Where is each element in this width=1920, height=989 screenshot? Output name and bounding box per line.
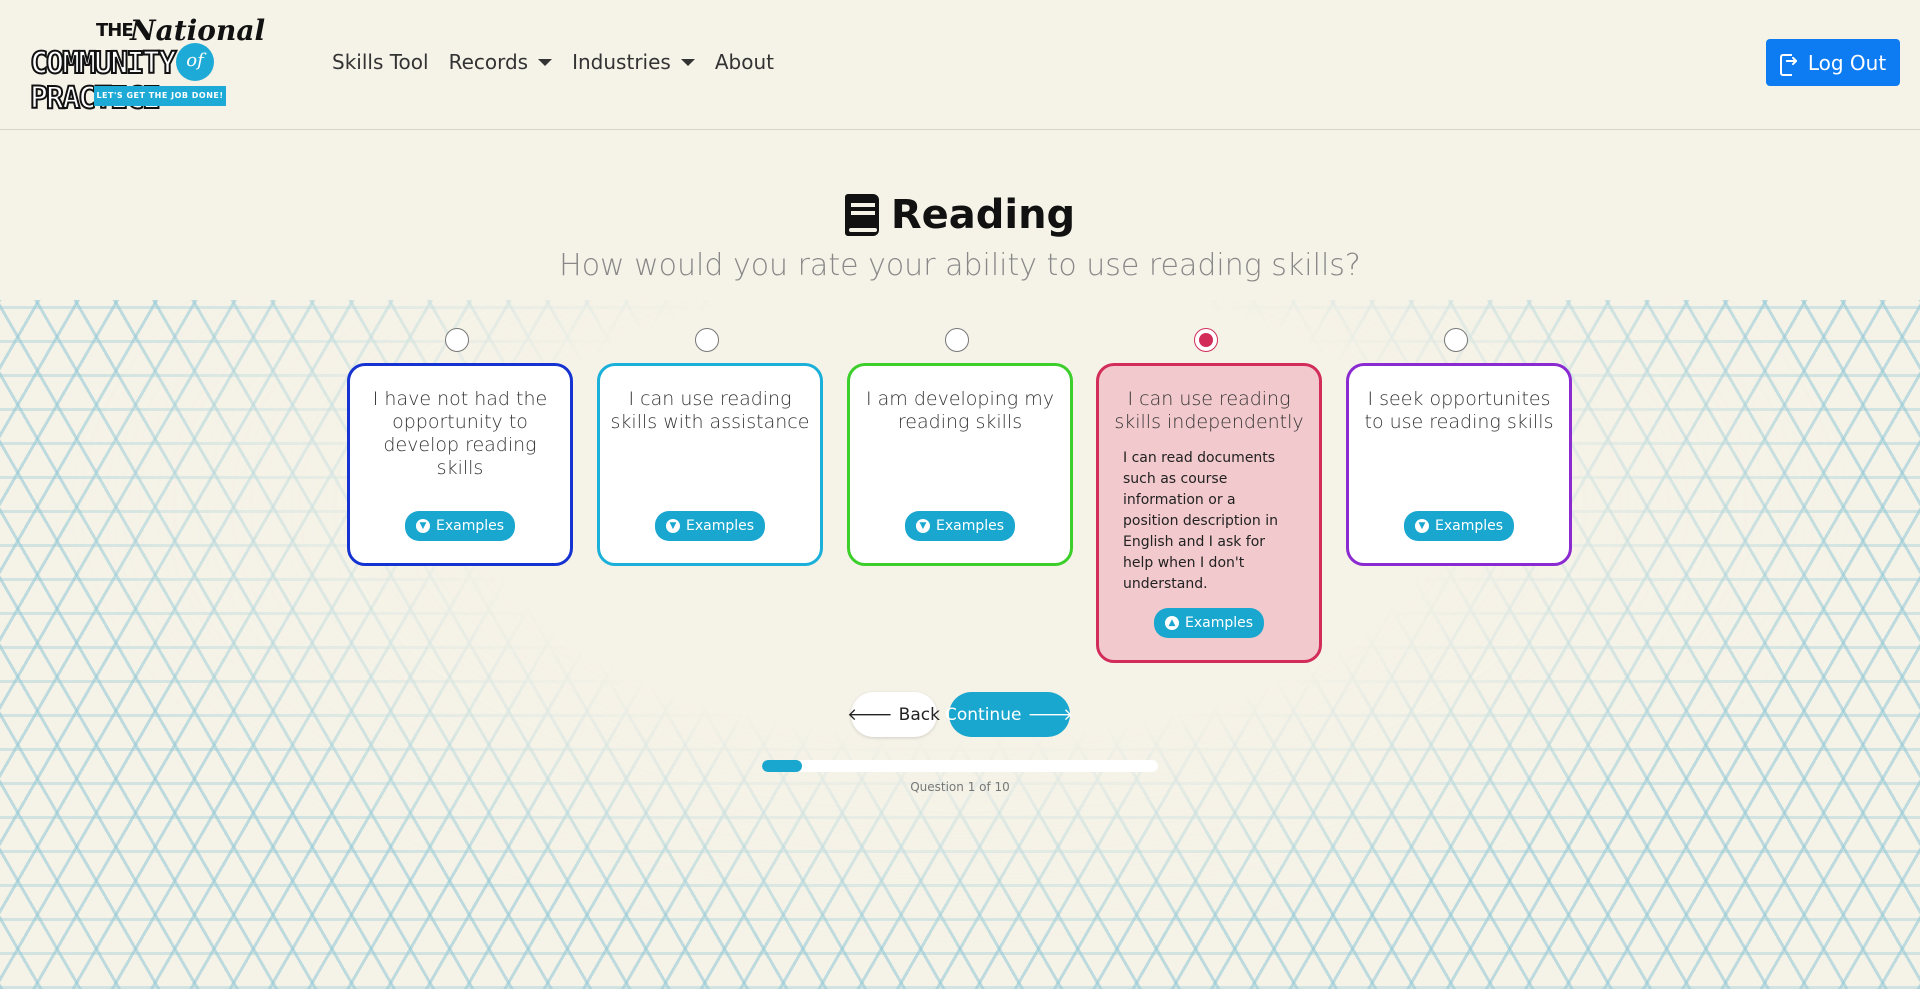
nav-about-label: About bbox=[714, 50, 774, 74]
examples-label: Examples bbox=[435, 518, 505, 534]
caret-down-icon bbox=[680, 58, 695, 66]
rating-option-card-5[interactable]: I seek opportunites to use reading skill… bbox=[1346, 363, 1572, 566]
chevron-circle-down-icon: ▼ bbox=[915, 519, 930, 533]
rating-radio-5[interactable] bbox=[1444, 328, 1468, 352]
examples-label: Examples bbox=[685, 518, 755, 534]
rating-option-label: I can use reading skills with assistance bbox=[610, 388, 810, 433]
rating-option-label: I have not had the opportunity to develo… bbox=[372, 388, 548, 479]
chevron-circle-up-icon: ▲ bbox=[1164, 616, 1179, 630]
rating-option-example-text: I can read documents such as course info… bbox=[1123, 450, 1278, 592]
examples-label: Examples bbox=[1184, 615, 1254, 631]
caret-down-icon bbox=[538, 58, 553, 66]
site-logo[interactable]: THE National COMMUNITY PRACTICE of LET'S… bbox=[29, 14, 292, 117]
nav-skills-tool[interactable]: Skills Tool bbox=[332, 50, 429, 74]
examples-label: Examples bbox=[1434, 518, 1504, 534]
question-title-row: Reading bbox=[0, 192, 1920, 238]
chevron-circle-down-icon: ▼ bbox=[665, 519, 680, 533]
nav-industries-label: Industries bbox=[572, 50, 671, 74]
main-nav: Skills Tool Records Industries About bbox=[332, 50, 774, 74]
rating-radio-4[interactable] bbox=[1194, 328, 1218, 352]
nav-records-dropdown[interactable]: Records bbox=[449, 50, 553, 74]
navigation-buttons: 🡐 Back Continue 🡒 bbox=[0, 692, 1920, 737]
chevron-circle-down-icon: ▼ bbox=[415, 519, 430, 533]
back-button[interactable]: 🡐 Back bbox=[847, 692, 940, 737]
nav-records-label: Records bbox=[448, 50, 529, 74]
examples-button[interactable]: ▲ Examples bbox=[1153, 608, 1265, 638]
page-title: Reading bbox=[890, 192, 1076, 238]
rating-radio-3[interactable] bbox=[945, 328, 969, 352]
progress-label: Question 1 of 10 bbox=[910, 780, 1010, 794]
rating-option-label: I seek opportunites to use reading skill… bbox=[1364, 388, 1554, 433]
question-prompt: How would you rate your ability to use r… bbox=[559, 248, 1361, 283]
continue-button[interactable]: Continue 🡒 bbox=[945, 692, 1074, 737]
examples-button[interactable]: ▼ Examples bbox=[904, 511, 1016, 541]
arrow-right-icon: 🡒 bbox=[1027, 704, 1074, 725]
rating-option-card-4[interactable]: I can use reading skills independently I … bbox=[1096, 363, 1322, 663]
back-label: Back bbox=[898, 704, 940, 725]
rating-radio-2[interactable] bbox=[695, 328, 719, 352]
book-icon bbox=[844, 194, 879, 236]
logout-label: Log Out bbox=[1807, 50, 1887, 75]
progress-bar bbox=[762, 760, 1158, 772]
rating-option-card-3[interactable]: I am developing my reading skills ▼ Exampl… bbox=[847, 363, 1073, 566]
examples-label: Examples bbox=[935, 518, 1005, 534]
examples-button[interactable]: ▼ Examples bbox=[654, 511, 766, 541]
logout-button[interactable]: Log Out bbox=[1766, 39, 1900, 86]
continue-label: Continue bbox=[944, 704, 1022, 725]
rating-option-label: I am developing my reading skills bbox=[866, 388, 1054, 433]
examples-button[interactable]: ▼ Examples bbox=[1403, 511, 1515, 541]
nav-industries-dropdown[interactable]: Industries bbox=[572, 50, 695, 74]
rating-radio-1[interactable] bbox=[445, 328, 469, 352]
examples-button[interactable]: ▼ Examples bbox=[404, 511, 516, 541]
nav-about[interactable]: About bbox=[715, 50, 774, 74]
rating-option-card-2[interactable]: I can use reading skills with assistance… bbox=[597, 363, 823, 566]
arrow-left-icon: 🡐 bbox=[847, 704, 893, 725]
progress-fill bbox=[762, 760, 802, 772]
nav-skills-tool-label: Skills Tool bbox=[332, 50, 429, 74]
rating-option-label: I can use reading skills independently bbox=[1114, 388, 1304, 433]
sign-out-icon bbox=[1779, 51, 1800, 76]
rating-option-card-1[interactable]: I have not had the opportunity to develo… bbox=[347, 363, 573, 566]
chevron-circle-down-icon: ▼ bbox=[1414, 519, 1429, 533]
navbar: THE National COMMUNITY PRACTICE of LET'S… bbox=[0, 0, 1920, 130]
